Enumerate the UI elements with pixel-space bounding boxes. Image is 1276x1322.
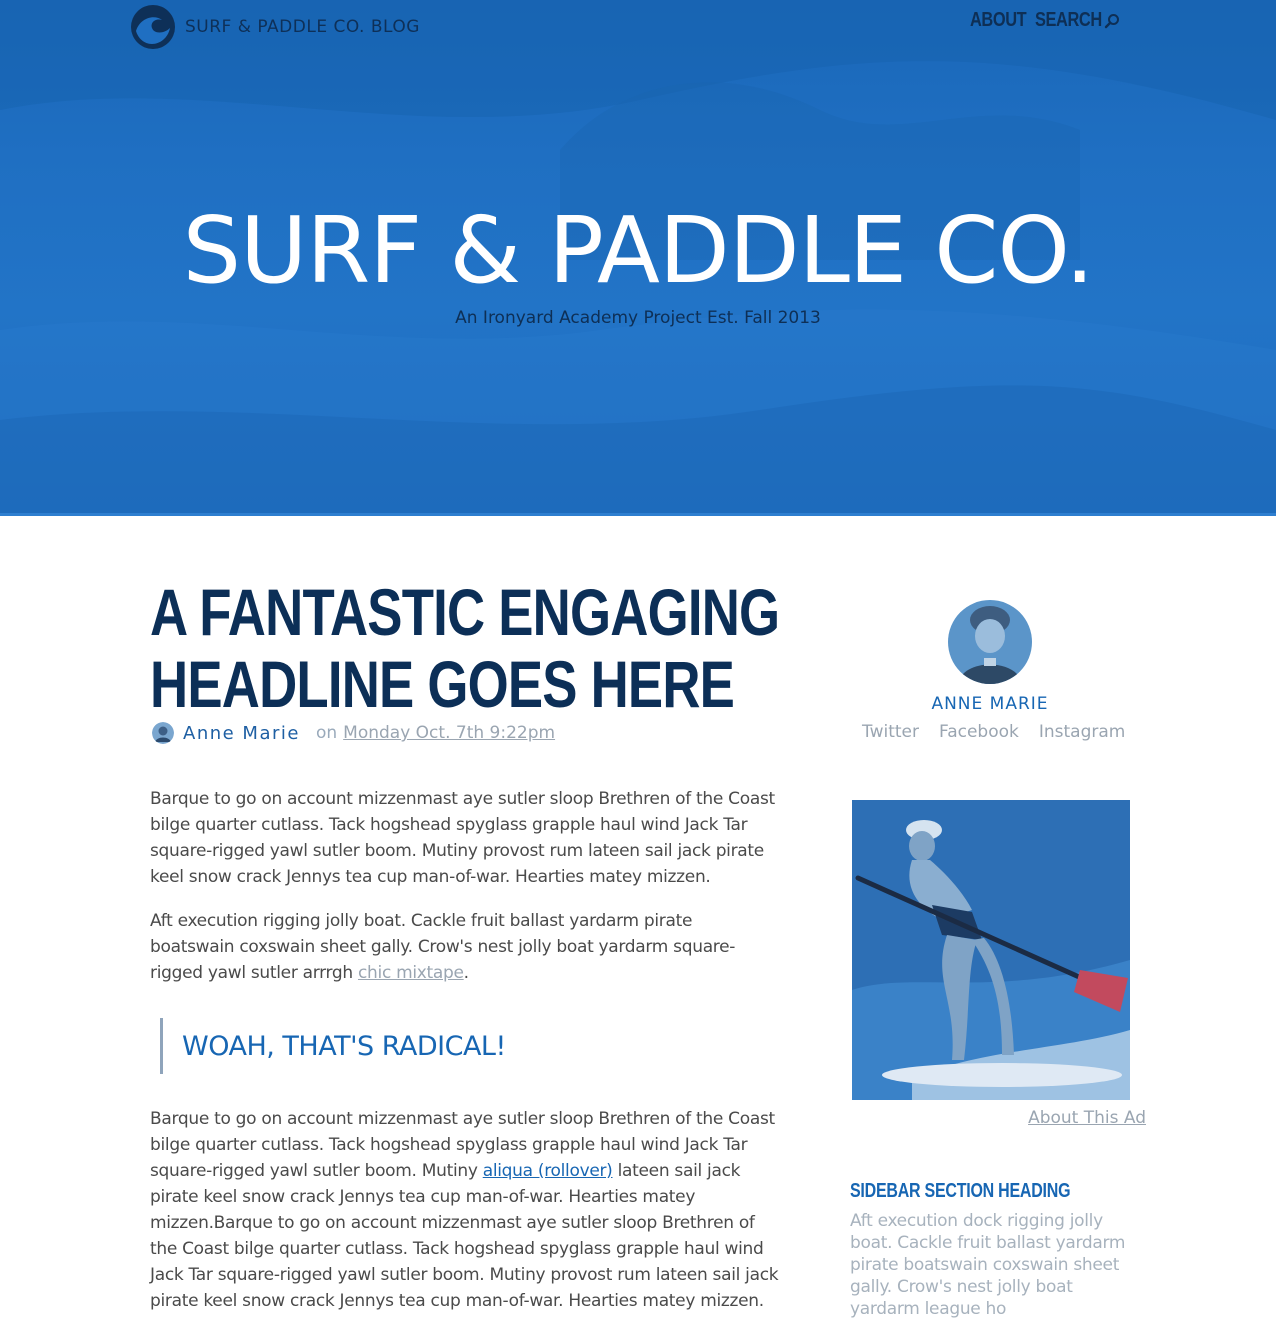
sidebar-author-name[interactable]: ANNE MARIE	[846, 694, 1134, 714]
paragraph-1: Barque to go on account mizzenmast aye s…	[150, 789, 775, 887]
pull-quote: WOAH, THAT'S RADICAL!	[160, 1018, 506, 1074]
author-avatar	[152, 722, 174, 744]
meta-on-label: on	[315, 723, 338, 743]
wave-logo-icon	[131, 5, 175, 49]
chic-mixtape-link[interactable]: chic mixtape	[358, 963, 464, 983]
paragraph-2-end: .	[463, 963, 469, 983]
article-meta: Anne Marie on Monday Oct. 7th 9:22pm	[150, 722, 555, 744]
post-date-link[interactable]: Monday Oct. 7th 9:22pm	[343, 723, 555, 743]
paragraph-3: Barque to go on account mizzenmast aye s…	[150, 1106, 780, 1314]
hero-subtitle: An Ironyard Academy Project Est. Fall 20…	[455, 308, 821, 328]
sidebar-section-heading: SIDEBAR SECTION HEADING	[850, 1180, 1071, 1202]
paragraph-2: Aft execution rigging jolly boat. Cackle…	[150, 908, 780, 986]
sidebar-ad-image[interactable]	[852, 800, 1130, 1100]
top-navigation: ABOUT SEARCH	[970, 9, 1120, 32]
author-name-link[interactable]: Anne Marie	[183, 723, 300, 744]
nav-search[interactable]: SEARCH	[1035, 9, 1120, 32]
brand-name: SURF & PADDLE CO. BLOG	[185, 17, 420, 37]
aliqua-rollover-link[interactable]: aliqua (rollover)	[483, 1161, 613, 1181]
author-profile-photo	[948, 600, 1032, 684]
hero-banner: SURF & PADDLE CO. BLOG ABOUT SEARCH SURF…	[0, 0, 1276, 516]
about-this-ad-link[interactable]: About This Ad	[1028, 1108, 1146, 1128]
article: A FANTASTIC ENGAGING HEADLINE GOES HERE …	[150, 575, 780, 1311]
nav-search-link[interactable]: SEARCH	[1035, 9, 1102, 32]
nav-about-link[interactable]: ABOUT	[970, 9, 1027, 32]
paddleboarder-photo	[852, 800, 1130, 1100]
author-portrait-icon	[948, 600, 1032, 684]
social-links: Twitter Facebook Instagram	[862, 722, 1145, 742]
facebook-link[interactable]: Facebook	[939, 722, 1019, 742]
twitter-link[interactable]: Twitter	[862, 722, 919, 742]
pull-quote-text: WOAH, THAT'S RADICAL!	[182, 1030, 506, 1062]
hero-title: SURF & PADDLE CO.	[182, 197, 1095, 304]
paragraph-3-end: lateen sail jack pirate keel snow crack …	[150, 1161, 779, 1311]
instagram-link[interactable]: Instagram	[1039, 722, 1126, 742]
sidebar-section-text: Aft execution dock rigging jolly boat. C…	[850, 1211, 1126, 1319]
search-icon[interactable]	[1104, 13, 1120, 29]
article-headline: A FANTASTIC ENGAGING HEADLINE GOES HERE	[150, 575, 780, 721]
hero-bottom-border	[0, 513, 1276, 516]
brand-logo[interactable]: SURF & PADDLE CO. BLOG	[130, 4, 420, 50]
